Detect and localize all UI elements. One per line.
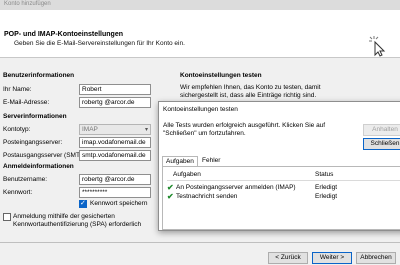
header-divider: [167, 180, 400, 181]
account-type-label: Kontotyp:: [3, 126, 31, 133]
spa-checkbox[interactable]: [3, 213, 11, 221]
email-label: E-Mail-Adresse:: [3, 99, 50, 106]
checkmark-icon: ✔: [167, 183, 174, 192]
outgoing-server-label: Postausgangsserver (SMTP):: [3, 152, 89, 159]
dialog-title: Kontoeinstellungen testen: [163, 106, 238, 113]
window-titlebar: Konto hinzufügen: [0, 0, 400, 10]
cancel-button[interactable]: Abbrechen: [356, 252, 396, 264]
incoming-server-label: Posteingangsserver:: [3, 139, 63, 146]
password-label: Kennwort:: [3, 189, 33, 196]
wizard-cursor-icon: [369, 36, 386, 57]
email-field[interactable]: robertg @arcor.de: [79, 97, 151, 108]
back-button[interactable]: < Zurück: [268, 252, 308, 264]
username-label: Benutzername:: [3, 176, 48, 183]
login-info-heading: Anmeldeinformationen: [3, 163, 74, 170]
window-title: Konto hinzufügen: [4, 1, 51, 7]
task-status: Erledigt: [315, 193, 338, 200]
chevron-down-icon: ▾: [144, 127, 148, 133]
test-settings-text-2: sichergestellt ist, dass alle Einträge r…: [180, 92, 317, 99]
tasks-panel: Aufgaben Status ✔ An Posteingangsserver …: [162, 166, 400, 230]
task-name: Testnachricht senden: [176, 193, 238, 200]
account-type-value: IMAP: [82, 126, 98, 133]
account-type-select[interactable]: IMAP ▾: [79, 124, 151, 135]
name-field[interactable]: Robert: [79, 84, 151, 95]
page-title: POP- und IMAP-Kontoeinstellungen: [4, 31, 123, 38]
table-row: ✔ Testnachricht senden Erledigt: [163, 192, 400, 202]
server-info-heading: Serverinformationen: [3, 113, 67, 120]
dialog-message: Alle Tests wurden erfolgreich ausgeführt…: [163, 122, 326, 137]
spa-label-line2: Kennwortauthentifizierung (SPA) erforder…: [13, 221, 142, 228]
user-info-heading: Benutzerinformationen: [3, 72, 75, 79]
page-subtitle: Geben Sie die E-Mail-Servereinstellungen…: [14, 40, 185, 47]
password-field[interactable]: **********: [79, 187, 151, 198]
name-label: Ihr Name:: [3, 86, 32, 93]
next-button[interactable]: Weiter >: [312, 252, 352, 264]
tasks-column-header: Aufgaben: [173, 171, 201, 178]
test-settings-text-1: Wir empfehlen Ihnen, das Konto zu testen…: [180, 84, 321, 91]
test-settings-dialog: Kontoeinstellungen testen Alle Tests wur…: [158, 101, 400, 231]
status-column-header: Status: [315, 171, 334, 178]
task-status: Erledigt: [315, 184, 338, 191]
close-button[interactable]: Schließen: [363, 138, 400, 150]
remember-password-checkbox[interactable]: [79, 199, 87, 208]
incoming-server-field[interactable]: imap.vodafonemail.de: [79, 137, 151, 148]
checkmark-icon: ✔: [167, 192, 174, 201]
table-row: ✔ An Posteingangsserver anmelden (IMAP) …: [163, 183, 400, 193]
spa-label-line1: Anmeldung mithilfe der gesicherten: [13, 213, 115, 220]
footer-divider: [0, 242, 400, 243]
outgoing-server-field[interactable]: smtp.vodafonemail.de: [79, 150, 151, 161]
test-settings-heading: Kontoeinstellungen testen: [180, 72, 262, 79]
remember-password-label: Kennwort speichern: [90, 200, 148, 207]
task-name: An Posteingangsserver anmelden (IMAP): [176, 184, 296, 191]
wizard-header: POP- und IMAP-Kontoeinstellungen Geben S…: [0, 10, 400, 58]
username-field[interactable]: robertg @arcor.de: [79, 174, 151, 185]
stop-button[interactable]: Anhalten: [363, 124, 400, 136]
